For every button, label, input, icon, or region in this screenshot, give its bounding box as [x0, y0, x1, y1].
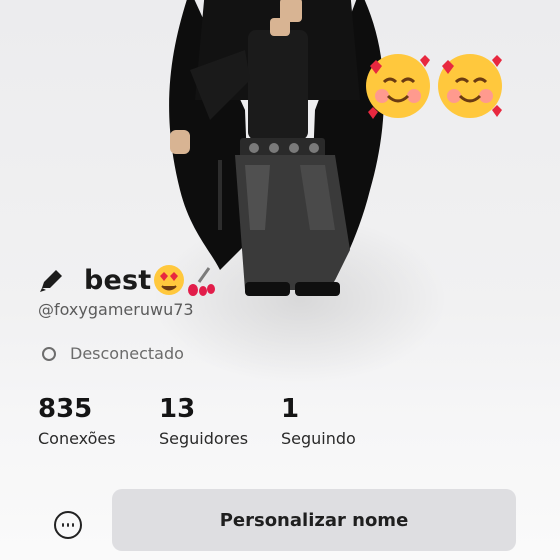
smiling-face-with-hearts-icon [366, 54, 430, 119]
stat-label: Seguidores [159, 429, 249, 448]
stats: 835 Conexões 13 Seguidores 1 Seguindo [0, 393, 560, 463]
stat-value: 835 [38, 394, 93, 424]
more-options-button[interactable] [54, 511, 82, 539]
name-row: best [38, 258, 219, 302]
stat-followers[interactable]: 13 Seguidores [159, 393, 248, 448]
stat-label: Conexões [38, 429, 116, 448]
stat-value: 1 [281, 394, 300, 424]
nail-polish-icon [188, 267, 216, 296]
offline-status-icon [42, 346, 56, 361]
username: @foxygameruwu73 [38, 300, 194, 319]
stat-label: Seguindo [281, 429, 356, 448]
name-emoji [154, 265, 216, 296]
emoji-decoration [366, 54, 502, 119]
stat-connections[interactable]: 835 Conexões [38, 393, 116, 448]
customize-name-button[interactable]: Personalizar nome [112, 489, 516, 551]
more-options-icon [62, 523, 64, 527]
status-text: Desconectado [70, 344, 184, 363]
status-row: Desconectado [42, 344, 184, 363]
pencil-icon[interactable] [38, 266, 66, 294]
display-name: best [84, 264, 152, 296]
stat-value: 13 [159, 394, 196, 424]
stat-following[interactable]: 1 Seguindo [281, 393, 356, 448]
heart-eyes-icon [154, 265, 185, 295]
smiling-face-with-hearts-icon [438, 54, 502, 118]
